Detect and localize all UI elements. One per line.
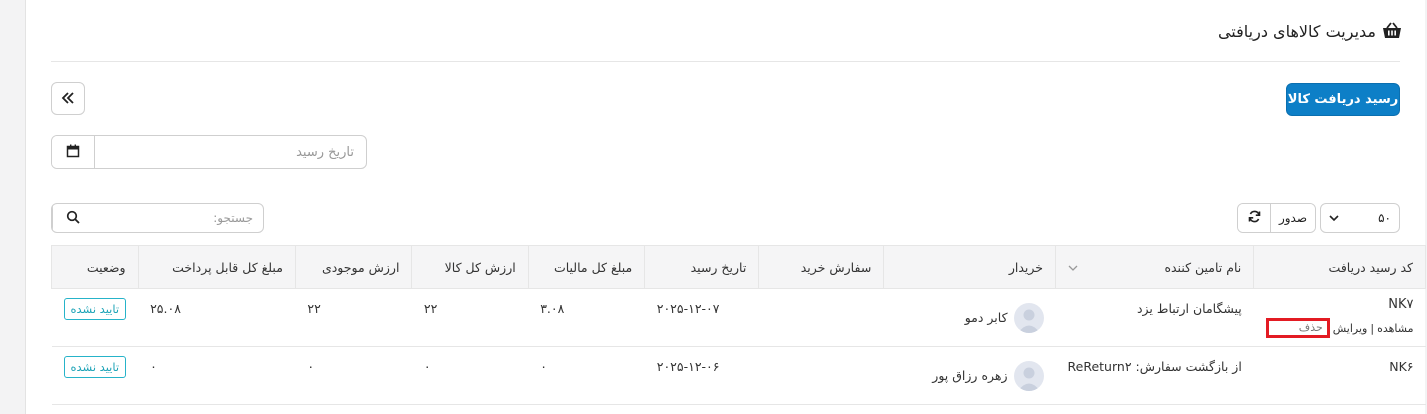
page-title: مدیریت کالاهای دریافتی <box>1217 21 1376 41</box>
table-tools: ۵۰ صدور <box>1237 203 1400 233</box>
receipt-code-cell: NK۷ مشاهده | ویرایش حذف <box>1253 288 1426 347</box>
payable-cell: ۲۵.۰۸ <box>138 288 296 347</box>
buyer-cell: زهره رزاق پور <box>883 346 1056 405</box>
receipt-code-cell: NK۶ <box>1253 346 1426 405</box>
status-cell: تایید نشده <box>51 288 139 347</box>
col-date[interactable]: تاریخ رسید <box>644 245 760 289</box>
page-size-select[interactable]: ۵۰ <box>1320 203 1400 233</box>
col-supplier-label: نام تامین کننده <box>1164 259 1242 275</box>
payable-cell: ۰ <box>138 346 296 405</box>
sort-chevron-icon <box>1068 260 1078 275</box>
avatar <box>1013 360 1044 391</box>
view-link[interactable]: مشاهده <box>1377 322 1413 335</box>
action-separator: | <box>1370 321 1375 335</box>
new-receipt-button[interactable]: رسید دریافت کالا <box>1286 83 1400 116</box>
table-row: NK۶ از بازگشت سفارش: ReReturn۲ زهره رزاق… <box>51 346 1426 405</box>
buyer-cell: کابر دمو <box>883 288 1056 347</box>
buyer-name: زهره رزاق پور <box>932 368 1008 383</box>
search-input[interactable] <box>92 204 263 232</box>
export-button[interactable]: صدور <box>1270 204 1315 232</box>
table-header-row: کد رسید دریافت نام تامین کننده خریدار سف… <box>51 245 1426 289</box>
search-box <box>51 203 264 233</box>
export-refresh-group: صدور <box>1237 203 1316 233</box>
basket-icon <box>1382 22 1402 40</box>
chevron-down-icon <box>1329 211 1339 225</box>
col-buyer[interactable]: خریدار <box>883 245 1057 289</box>
page-header: مدیریت کالاهای دریافتی <box>1218 16 1402 46</box>
receipts-table: کد رسید دریافت نام تامین کننده خریدار سف… <box>51 245 1426 405</box>
main-card: مدیریت کالاهای دریافتی رسید دریافت کالا <box>25 0 1426 414</box>
refresh-icon <box>1248 210 1261 226</box>
avatar <box>1013 302 1044 333</box>
delete-link[interactable]: حذف <box>1265 318 1330 338</box>
supplier-cell: پیشگامان ارتباط یزد <box>1055 288 1254 347</box>
calendar-button[interactable] <box>52 136 95 168</box>
col-status[interactable]: وضعیت <box>51 245 139 289</box>
search-button[interactable] <box>52 204 92 232</box>
refresh-button[interactable] <box>1238 204 1270 232</box>
search-icon <box>66 209 80 228</box>
tax-cell: ۰ <box>528 346 645 405</box>
date-cell: ۲۰۲۵-۱۲-۰۶ <box>644 346 759 405</box>
goods-cell: ۰ <box>411 346 529 405</box>
order-cell <box>758 288 884 347</box>
status-badge[interactable]: تایید نشده <box>63 298 127 320</box>
date-cell: ۲۰۲۵-۱۲-۰۷ <box>644 288 759 347</box>
col-stock[interactable]: ارزش موجودی <box>294 245 413 289</box>
stock-cell: ۰ <box>295 346 412 405</box>
page-size-value: ۵۰ <box>1378 211 1391 225</box>
col-order[interactable]: سفارش خرید <box>758 245 885 289</box>
col-tax[interactable]: مبلغ کل مالیات <box>527 245 646 289</box>
buyer-name: کابر دمو <box>964 310 1008 325</box>
col-payable[interactable]: مبلغ کل قابل پرداخت <box>137 245 296 289</box>
col-code[interactable]: کد رسید دریافت <box>1253 245 1426 289</box>
status-cell: تایید نشده <box>51 346 139 405</box>
col-supplier[interactable]: نام تامین کننده <box>1055 245 1255 289</box>
col-goods[interactable]: ارزش کل کالا <box>411 245 529 289</box>
double-chevron-left-icon <box>61 89 75 108</box>
goods-cell: ۲۲ <box>411 288 529 347</box>
row-actions: مشاهده | ویرایش حذف <box>1265 318 1414 338</box>
calendar-icon <box>66 143 80 162</box>
order-cell <box>758 346 884 405</box>
receipt-date-filter <box>51 135 367 169</box>
stock-cell: ۲۲ <box>295 288 412 347</box>
supplier-cell: از بازگشت سفارش: ReReturn۲ <box>1055 346 1254 405</box>
receipt-date-input[interactable] <box>95 136 366 168</box>
edit-link[interactable]: ویرایش <box>1333 322 1368 335</box>
status-badge[interactable]: تایید نشده <box>63 356 127 378</box>
table-row: NK۷ مشاهده | ویرایش حذف پیشگامان ارتباط … <box>51 288 1426 347</box>
header-divider <box>51 61 1400 62</box>
tax-cell: ۳.۰۸ <box>528 288 645 347</box>
receipt-code: NK۷ <box>1388 297 1414 312</box>
collapse-button[interactable] <box>51 82 85 115</box>
